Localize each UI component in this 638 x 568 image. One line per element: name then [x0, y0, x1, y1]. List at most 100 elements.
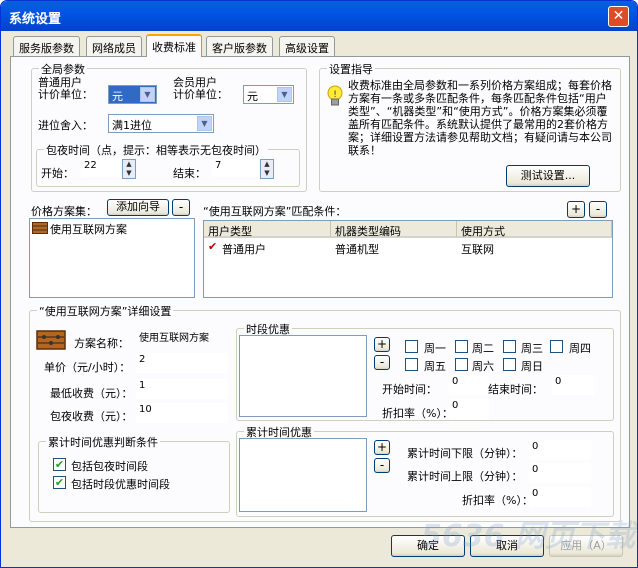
- day-label: 周六: [472, 360, 494, 373]
- accum-rate-label: 折扣率（%）：: [462, 494, 533, 507]
- remove-match-button[interactable]: -: [589, 201, 607, 218]
- watermark: 5636 网页下载: [421, 519, 635, 554]
- overnight-end-input[interactable]: 7: [212, 159, 258, 177]
- accum-upper-input[interactable]: 0: [529, 463, 591, 483]
- include-overnight-checkbox[interactable]: ✔: [53, 458, 66, 471]
- overnight-start-input[interactable]: 22: [81, 159, 121, 177]
- input-value: 使用互联网方案: [139, 333, 209, 344]
- checkmark-icon: ✔: [54, 476, 65, 489]
- wednesday-checkbox[interactable]: [503, 340, 516, 353]
- scheme-name-field[interactable]: 使用互联网方案: [136, 328, 228, 350]
- scheme-list[interactable]: 使用互联网方案: [29, 218, 195, 298]
- table-cell: 普通机型: [335, 243, 379, 256]
- tab-billing[interactable]: 收费标准: [146, 34, 202, 57]
- svg-text:!: !: [333, 90, 337, 100]
- tab-client-params[interactable]: 客户版参数: [206, 36, 273, 56]
- window-title: 系统设置: [9, 12, 62, 27]
- day-label: 周三: [521, 342, 543, 355]
- day-label: 周四: [569, 342, 591, 355]
- period-end-input[interactable]: 0: [552, 375, 594, 395]
- spin-up-icon: ▲: [126, 160, 132, 168]
- input-value: 22: [84, 160, 97, 171]
- tab-label: 高级设置: [285, 42, 329, 55]
- close-button[interactable]: ✕: [608, 6, 629, 27]
- test-settings-button[interactable]: 测试设置...: [506, 165, 590, 187]
- input-value: 0: [452, 376, 459, 387]
- day-label: 周日: [521, 360, 543, 373]
- normal-unit-label: 普通用户 计价单位：: [38, 76, 93, 101]
- lightbulb-icon: !: [327, 85, 343, 106]
- price-label: 单价（元/小时）：: [44, 361, 131, 374]
- start-label: 开始：: [41, 167, 74, 180]
- select-value: 满1进位: [112, 119, 152, 132]
- remove-period-button[interactable]: -: [374, 355, 390, 370]
- period-rate-label: 折扣率（%）：: [382, 407, 453, 420]
- end-spinner[interactable]: ▲ ▼: [260, 159, 274, 179]
- input-value: 0: [555, 376, 562, 387]
- match-table[interactable]: 用户类型 机器类型编码 使用方式 ✔ 普通用户 普通机型 互联网: [203, 220, 613, 298]
- price-input[interactable]: 2: [136, 353, 228, 373]
- overnight-charge-input[interactable]: 10: [136, 403, 228, 423]
- abacus-icon: [32, 222, 48, 234]
- remove-accum-button[interactable]: -: [374, 458, 390, 473]
- monday-checkbox[interactable]: [405, 340, 418, 353]
- input-value: 0: [532, 441, 539, 452]
- tuesday-checkbox[interactable]: [455, 340, 468, 353]
- thursday-checkbox[interactable]: [550, 340, 563, 353]
- column-header[interactable]: 机器类型编码: [331, 221, 457, 238]
- table-row[interactable]: ✔ 普通用户 普通机型 互联网: [204, 240, 612, 256]
- period-list[interactable]: [239, 335, 367, 417]
- chevron-down-icon: ▼: [277, 87, 292, 102]
- column-header[interactable]: 使用方式: [457, 221, 612, 238]
- day-label: 周二: [472, 342, 494, 355]
- checkmark-icon: ✔: [54, 458, 65, 471]
- title-bar: 系统设置 ✕: [1, 1, 637, 31]
- rounding-select[interactable]: 满1进位 ▼: [108, 114, 214, 133]
- add-wizard-button[interactable]: 添加向导: [107, 199, 169, 216]
- group-legend: 设置指导: [327, 61, 375, 77]
- checkmark-icon: ✔: [208, 240, 218, 253]
- tab-network-members[interactable]: 网络成员: [86, 36, 142, 56]
- saturday-checkbox[interactable]: [455, 358, 468, 371]
- spin-down-icon: ▼: [126, 169, 132, 177]
- accum-upper-label: 累计时间上限（分钟）：: [407, 470, 523, 483]
- sunday-checkbox[interactable]: [503, 358, 516, 371]
- remove-scheme-button[interactable]: -: [172, 199, 190, 216]
- add-accum-button[interactable]: +: [374, 440, 390, 455]
- chevron-down-icon: ▼: [140, 87, 155, 102]
- period-rate-input[interactable]: 0: [449, 399, 489, 419]
- add-period-button[interactable]: +: [374, 337, 390, 352]
- end-label: 结束：: [173, 167, 206, 180]
- input-value: 0: [532, 488, 539, 499]
- include-period-discount-checkbox[interactable]: ✔: [53, 476, 66, 489]
- group-legend: “使用互联网方案”详细设置: [37, 303, 174, 319]
- match-label: “使用互联网方案”匹配条件：: [203, 205, 347, 218]
- start-spinner[interactable]: ▲ ▼: [122, 159, 136, 179]
- column-header[interactable]: 用户类型: [204, 221, 331, 238]
- normal-unit-select[interactable]: 元 ▼: [108, 85, 157, 104]
- period-end-label: 结束时间：: [488, 383, 543, 396]
- tab-server-params[interactable]: 服务版参数: [13, 36, 80, 56]
- period-start-input[interactable]: 0: [449, 375, 489, 395]
- checkbox-label: 包括时段优惠时间段: [71, 478, 170, 491]
- input-value: 2: [139, 354, 146, 365]
- min-charge-input[interactable]: 1: [136, 379, 228, 399]
- select-value: 元: [247, 90, 258, 103]
- friday-checkbox[interactable]: [405, 358, 418, 371]
- tab-label: 网络成员: [92, 42, 136, 55]
- add-match-button[interactable]: +: [567, 201, 585, 218]
- overnight-charge-label: 包夜收费（元）：: [50, 410, 133, 423]
- period-start-label: 开始时间：: [382, 383, 437, 396]
- global-params-group: 全局参数 普通用户 计价单位： 元 ▼ 会员用户 计价单位： 元 ▼ 进位舍入： 满…: [31, 61, 307, 192]
- scheme-name: 使用互联网方案: [50, 223, 127, 236]
- input-value: 10: [139, 404, 152, 415]
- close-icon: ✕: [612, 8, 625, 24]
- tab-advanced[interactable]: 高级设置: [279, 36, 335, 56]
- accum-rate-input[interactable]: 0: [529, 487, 591, 507]
- tab-label: 收费标准: [152, 41, 196, 54]
- accum-lower-input[interactable]: 0: [529, 440, 591, 460]
- billing-panel: 全局参数 普通用户 计价单位： 元 ▼ 会员用户 计价单位： 元 ▼ 进位舍入： 满…: [10, 56, 630, 528]
- accum-list[interactable]: [239, 438, 367, 512]
- spin-up-icon: ▲: [264, 160, 270, 168]
- member-unit-select[interactable]: 元 ▼: [243, 85, 294, 104]
